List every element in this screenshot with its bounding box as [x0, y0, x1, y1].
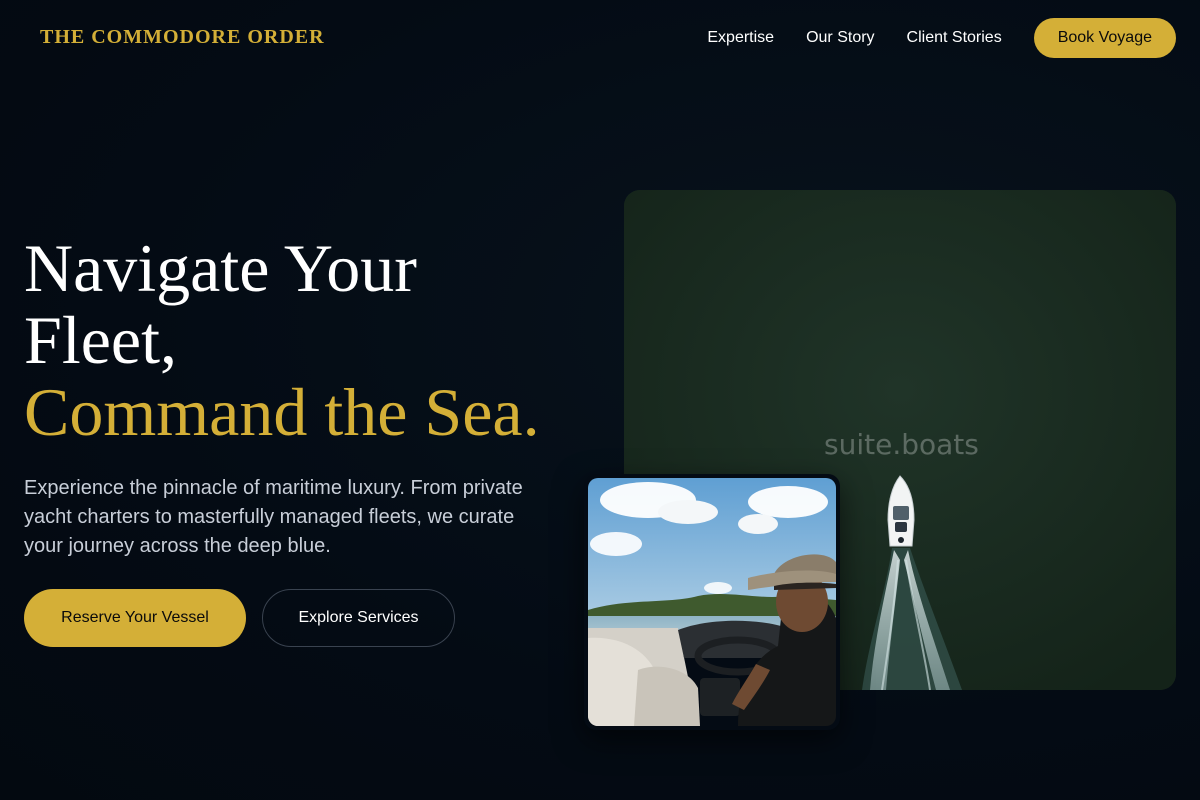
hero-title: Navigate Your Fleet, Command the Sea.	[24, 232, 604, 448]
hero-title-line-2: Fleet,	[24, 302, 177, 378]
top-navigation: THE COMMODORE ORDER Expertise Our Story …	[0, 0, 1200, 76]
nav-links: Expertise Our Story Client Stories Book …	[707, 18, 1176, 58]
hero-title-line-1: Navigate Your	[24, 230, 417, 306]
nav-link-client-stories[interactable]: Client Stories	[907, 29, 1002, 47]
nav-link-our-story[interactable]: Our Story	[806, 29, 874, 47]
image-watermark: suite.boats	[824, 428, 979, 461]
nav-link-expertise[interactable]: Expertise	[707, 29, 774, 47]
captain-at-helm-illustration	[588, 478, 836, 726]
captain-photo	[588, 478, 836, 726]
explore-services-button[interactable]: Explore Services	[262, 589, 455, 647]
reserve-vessel-button[interactable]: Reserve Your Vessel	[24, 589, 246, 647]
brand-logo[interactable]: THE COMMODORE ORDER	[40, 26, 325, 49]
hero-description: Experience the pinnacle of maritime luxu…	[24, 477, 523, 557]
hero-inset-image	[584, 474, 840, 730]
book-voyage-button[interactable]: Book Voyage	[1033, 18, 1176, 58]
hero-title-accent: Command the Sea.	[24, 374, 540, 450]
